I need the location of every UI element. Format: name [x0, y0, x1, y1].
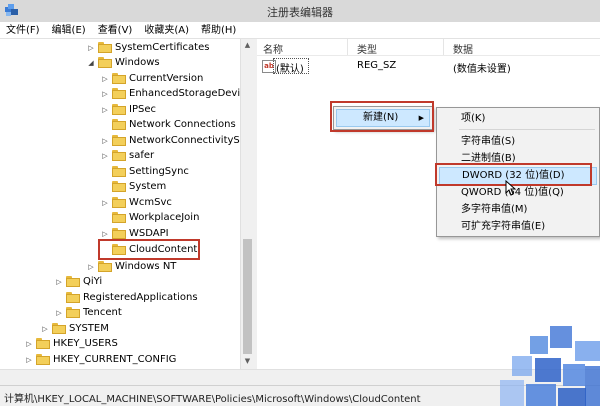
tree-item-qiyi[interactable]: ▷ QiYi — [55, 274, 102, 289]
menu-help[interactable]: 帮助(H) — [195, 22, 242, 38]
folder-icon — [112, 104, 126, 115]
tree-item-tencent[interactable]: ▷ Tencent — [55, 305, 122, 320]
folder-icon — [52, 323, 66, 334]
folder-icon — [112, 166, 126, 177]
menu-file[interactable]: 文件(F) — [0, 22, 46, 38]
folder-icon — [36, 354, 50, 365]
tree-item-system-hive[interactable]: ▷ SYSTEM — [41, 321, 109, 336]
folder-icon — [112, 73, 126, 84]
folder-icon — [112, 228, 126, 239]
column-header-type[interactable]: 类型 — [357, 41, 377, 56]
menu-item-dword-value[interactable]: DWORD (32 位)值(D) — [439, 167, 597, 185]
folder-icon — [112, 119, 126, 130]
tree-item-workplacejoin[interactable]: WorkplaceJoin — [101, 210, 199, 225]
list-header: 名称 类型 数据 — [257, 39, 600, 56]
tree-item-windows[interactable]: ◢ Windows — [87, 55, 160, 70]
menu-item-multi-string-value[interactable]: 多字符串值(M) — [461, 201, 527, 218]
tree-item-safer[interactable]: ▷ safer — [101, 148, 154, 163]
expand-icon[interactable]: ▷ — [87, 263, 95, 271]
horizontal-scrollbar[interactable] — [0, 369, 600, 386]
folder-icon — [98, 42, 112, 53]
tree-item-wsdapi[interactable]: ▷ WSDAPI — [101, 226, 169, 241]
window-title: 注册表编辑器 — [267, 6, 333, 19]
mouse-cursor-icon — [505, 180, 517, 196]
expand-icon[interactable]: ▷ — [87, 44, 95, 52]
tree-item-wcmsvc[interactable]: ▷ WcmSvc — [101, 195, 172, 210]
registry-tree: ▷ SystemCertificates ◢ Windows ▷ Current… — [0, 39, 255, 369]
tree-item-windows-nt[interactable]: ▷ Windows NT — [87, 259, 176, 274]
status-bar: 计算机\HKEY_LOCAL_MACHINE\SOFTWARE\Policies… — [0, 385, 600, 406]
tree-item-system[interactable]: System — [101, 179, 166, 194]
menu-item-string-value[interactable]: 字符串值(S) — [461, 133, 515, 150]
menu-favorites[interactable]: 收藏夹(A) — [138, 22, 195, 38]
tree-item-settingsync[interactable]: SettingSync — [101, 164, 189, 179]
expand-icon[interactable]: ▷ — [101, 106, 109, 114]
value-name: (默认) — [276, 64, 304, 75]
folder-icon — [112, 197, 126, 208]
folder-icon — [66, 276, 80, 287]
expand-icon[interactable]: ▷ — [101, 90, 109, 98]
menu-edit[interactable]: 编辑(E) — [46, 22, 92, 38]
menu-item-new[interactable]: 新建(N) ▶ — [336, 109, 430, 127]
folder-icon — [66, 307, 80, 318]
tree-item-network-connections[interactable]: Network Connections — [101, 117, 236, 132]
current-key-path: 计算机\HKEY_LOCAL_MACHINE\SOFTWARE\Policies… — [4, 394, 421, 405]
registry-editor-window: 注册表编辑器 文件(F) 编辑(E) 查看(V) 收藏夹(A) 帮助(H) ▷ … — [0, 0, 600, 406]
expand-icon[interactable]: ▷ — [25, 356, 33, 364]
tree-item-cloudcontent[interactable]: CloudContent — [101, 242, 197, 257]
menu-separator — [459, 129, 595, 130]
folder-icon — [112, 150, 126, 161]
menu-bar: 文件(F) 编辑(E) 查看(V) 收藏夹(A) 帮助(H) — [0, 22, 600, 39]
folder-icon — [112, 135, 126, 146]
tree-item-networkconnectivitystatus[interactable]: ▷ NetworkConnectivityStatu — [101, 133, 254, 148]
expand-icon[interactable]: ▷ — [101, 75, 109, 83]
submenu-arrow-icon: ▶ — [418, 114, 424, 122]
tree-item-registeredapplications[interactable]: RegisteredApplications — [55, 290, 198, 305]
expand-icon[interactable]: ▷ — [101, 230, 109, 238]
folder-icon — [98, 261, 112, 272]
expand-icon[interactable]: ▷ — [25, 340, 33, 348]
expand-icon[interactable]: ▷ — [55, 309, 63, 317]
tree-item-currentversion[interactable]: ▷ CurrentVersion — [101, 71, 203, 86]
scroll-up-icon[interactable]: ▲ — [243, 41, 252, 49]
menu-item-binary-value[interactable]: 二进制值(B) — [461, 150, 516, 167]
expand-icon[interactable]: ▷ — [101, 152, 109, 160]
folder-icon — [66, 292, 80, 303]
tree-item-enhancedstoragedevices[interactable]: ▷ EnhancedStorageDevices — [101, 86, 254, 101]
tree-item-hkey-current-config[interactable]: ▷ HKEY_CURRENT_CONFIG — [25, 352, 176, 367]
folder-icon — [112, 181, 126, 192]
folder-icon — [98, 57, 112, 68]
scroll-down-icon[interactable]: ▼ — [243, 357, 252, 365]
column-header-name[interactable]: 名称 — [263, 41, 283, 56]
tree-item-ipsec[interactable]: ▷ IPSec — [101, 102, 156, 117]
collapse-icon[interactable]: ◢ — [87, 59, 95, 67]
menu-item-expandable-string-value[interactable]: 可扩充字符串值(E) — [461, 218, 545, 235]
expand-icon[interactable]: ▷ — [101, 137, 109, 145]
expand-icon[interactable]: ▷ — [101, 199, 109, 207]
title-bar[interactable]: 注册表编辑器 — [0, 0, 600, 23]
context-menu: 新建(N) ▶ — [333, 106, 433, 130]
value-type: REG_SZ — [357, 60, 397, 71]
expand-icon[interactable]: ▷ — [41, 325, 49, 333]
tree-item-hkey-users[interactable]: ▷ HKEY_USERS — [25, 336, 118, 351]
value-data: (数值未设置) — [453, 64, 511, 75]
scroll-thumb[interactable] — [243, 239, 252, 354]
table-row[interactable]: ab (默认) REG_SZ (数值未设置) — [257, 58, 600, 75]
column-divider[interactable] — [347, 39, 348, 55]
menu-item-key[interactable]: 项(K) — [461, 110, 485, 127]
new-submenu: 项(K) 字符串值(S) 二进制值(B) DWORD (32 位)值(D) QW… — [436, 107, 600, 237]
tree-item-systemcertificates[interactable]: ▷ SystemCertificates — [87, 40, 209, 55]
folder-icon — [112, 244, 126, 255]
folder-icon — [112, 212, 126, 223]
folder-icon — [36, 338, 50, 349]
column-header-data[interactable]: 数据 — [453, 41, 473, 56]
tree-vertical-scrollbar[interactable]: ▲ ▼ — [240, 39, 254, 369]
column-divider[interactable] — [443, 39, 444, 55]
folder-icon — [112, 88, 126, 99]
menu-view[interactable]: 查看(V) — [92, 22, 139, 38]
expand-icon[interactable]: ▷ — [55, 278, 63, 286]
